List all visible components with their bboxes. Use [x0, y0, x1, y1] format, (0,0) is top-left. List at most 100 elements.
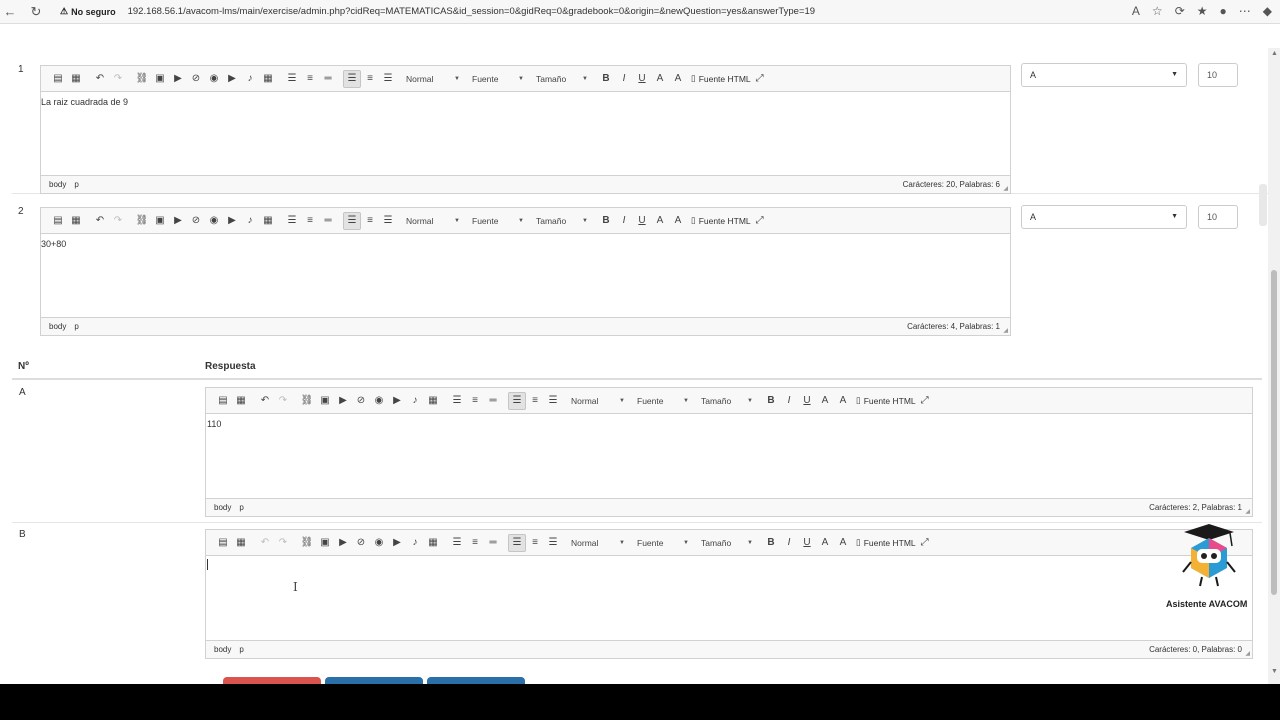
- youtube-icon[interactable]: ▶: [223, 70, 241, 88]
- numbered-list-icon[interactable]: ≡: [301, 212, 319, 230]
- align-left-icon[interactable]: ☰: [343, 69, 361, 88]
- question-editor[interactable]: ▤ ▦ ↶ ↷ ⛓ ▣ ▶ ⊘ ◉ ▶ ♪ ▦ ☰ ≡ ═ ☰ ≡ ☰ Normal ▼ Fuente ▼ Tamaño ▼ B…: [40, 207, 1011, 336]
- editor-content[interactable]: [206, 556, 1252, 640]
- paste-icon[interactable]: ▤: [214, 392, 232, 410]
- extensions-icon[interactable]: ⟳: [1175, 4, 1185, 18]
- italic-icon[interactable]: I: [615, 70, 633, 88]
- video-icon[interactable]: ▶: [334, 392, 352, 410]
- source-html-button[interactable]: ▯ Fuente HTML: [691, 215, 751, 226]
- path-p[interactable]: p: [239, 645, 243, 654]
- size-select[interactable]: Tamaño ▼: [533, 212, 591, 230]
- paste-icon[interactable]: ▤: [214, 534, 232, 552]
- link-icon[interactable]: ⛓: [298, 534, 316, 552]
- path-body[interactable]: body: [214, 503, 231, 512]
- redo-icon[interactable]: ↷: [274, 392, 292, 410]
- weight-input[interactable]: 10: [1198, 205, 1238, 229]
- underline-icon[interactable]: U: [798, 392, 816, 410]
- size-select[interactable]: Tamaño ▼: [698, 392, 756, 410]
- editor-content[interactable]: 30+80: [41, 234, 1010, 318]
- undo-icon[interactable]: ↶: [91, 70, 109, 88]
- flash-icon[interactable]: ⊘: [187, 70, 205, 88]
- delete-button[interactable]: [223, 677, 321, 684]
- image-icon[interactable]: ▣: [316, 392, 334, 410]
- bg-color-icon[interactable]: A: [669, 70, 687, 88]
- underline-icon[interactable]: U: [633, 212, 651, 230]
- redo-icon[interactable]: ↷: [109, 70, 127, 88]
- underline-icon[interactable]: U: [798, 534, 816, 552]
- weight-input[interactable]: 10: [1198, 63, 1238, 87]
- image-icon[interactable]: ▣: [151, 212, 169, 230]
- horizontal-rule-icon[interactable]: ═: [319, 70, 337, 88]
- youtube-icon[interactable]: ▶: [223, 212, 241, 230]
- bold-icon[interactable]: B: [762, 392, 780, 410]
- media-icon[interactable]: ◉: [370, 392, 388, 410]
- profile-avatar[interactable]: ●: [1220, 4, 1227, 18]
- editor-content[interactable]: 110: [206, 414, 1252, 498]
- path-body[interactable]: body: [49, 180, 66, 189]
- underline-icon[interactable]: U: [633, 70, 651, 88]
- answer-editor[interactable]: ▤ ▦ ↶ ↷ ⛓ ▣ ▶ ⊘ ◉ ▶ ♪ ▦ ☰ ≡ ═ ☰ ≡ ☰ Normal ▼ Fuente ▼ Tamaño ▼ B…: [205, 387, 1253, 517]
- path-p[interactable]: p: [74, 322, 78, 331]
- source-html-button[interactable]: ▯ Fuente HTML: [856, 537, 916, 548]
- text-color-icon[interactable]: A: [651, 70, 669, 88]
- source-html-button[interactable]: ▯ Fuente HTML: [691, 73, 751, 84]
- resize-grip-icon[interactable]: ◢: [1003, 327, 1008, 334]
- media-icon[interactable]: ◉: [205, 212, 223, 230]
- paste-word-icon[interactable]: ▦: [67, 212, 85, 230]
- maximize-icon[interactable]: ⤢: [916, 392, 934, 410]
- media-icon[interactable]: ◉: [370, 534, 388, 552]
- maximize-icon[interactable]: ⤢: [751, 70, 769, 88]
- horizontal-rule-icon[interactable]: ═: [484, 534, 502, 552]
- bg-color-icon[interactable]: A: [834, 392, 852, 410]
- format-select[interactable]: Normal ▼: [568, 534, 628, 552]
- link-icon[interactable]: ⛓: [133, 70, 151, 88]
- video-icon[interactable]: ▶: [169, 70, 187, 88]
- scrollbar[interactable]: ▲ ▼: [1268, 48, 1280, 684]
- youtube-icon[interactable]: ▶: [388, 392, 406, 410]
- bold-icon[interactable]: B: [597, 212, 615, 230]
- table-icon[interactable]: ▦: [259, 212, 277, 230]
- font-select[interactable]: Fuente ▼: [634, 392, 692, 410]
- italic-icon[interactable]: I: [780, 392, 798, 410]
- side-panel-tab[interactable]: [1259, 184, 1267, 226]
- undo-icon[interactable]: ↶: [91, 212, 109, 230]
- align-center-icon[interactable]: ≡: [361, 212, 379, 230]
- flash-icon[interactable]: ⊘: [352, 392, 370, 410]
- bulleted-list-icon[interactable]: ☰: [448, 392, 466, 410]
- answer-editor[interactable]: ▤ ▦ ↶ ↷ ⛓ ▣ ▶ ⊘ ◉ ▶ ♪ ▦ ☰ ≡ ═ ☰ ≡ ☰ Normal ▼ Fuente ▼ Tamaño ▼ B…: [205, 529, 1253, 659]
- numbered-list-icon[interactable]: ≡: [466, 392, 484, 410]
- image-icon[interactable]: ▣: [316, 534, 334, 552]
- format-select[interactable]: Normal ▼: [568, 392, 628, 410]
- bulleted-list-icon[interactable]: ☰: [283, 212, 301, 230]
- flash-icon[interactable]: ⊘: [187, 212, 205, 230]
- format-select[interactable]: Normal ▼: [403, 70, 463, 88]
- bg-color-icon[interactable]: A: [834, 534, 852, 552]
- table-icon[interactable]: ▦: [424, 534, 442, 552]
- table-icon[interactable]: ▦: [424, 392, 442, 410]
- align-right-icon[interactable]: ☰: [544, 534, 562, 552]
- align-right-icon[interactable]: ☰: [379, 70, 397, 88]
- save-button[interactable]: [427, 677, 525, 684]
- redo-icon[interactable]: ↷: [109, 212, 127, 230]
- bulleted-list-icon[interactable]: ☰: [448, 534, 466, 552]
- audio-icon[interactable]: ♪: [406, 392, 424, 410]
- align-right-icon[interactable]: ☰: [544, 392, 562, 410]
- menu-dots-icon[interactable]: ⋯: [1239, 4, 1251, 18]
- align-center-icon[interactable]: ≡: [526, 534, 544, 552]
- favorite-star-icon[interactable]: ☆: [1152, 4, 1163, 18]
- maximize-icon[interactable]: ⤢: [916, 534, 934, 552]
- align-left-icon[interactable]: ☰: [508, 533, 526, 552]
- copilot-icon[interactable]: ◆: [1263, 4, 1272, 18]
- favorites-icon[interactable]: ★: [1197, 4, 1208, 18]
- text-color-icon[interactable]: A: [816, 534, 834, 552]
- reload-icon[interactable]: ↻: [26, 4, 46, 20]
- bulleted-list-icon[interactable]: ☰: [283, 70, 301, 88]
- undo-icon[interactable]: ↶: [256, 534, 274, 552]
- source-html-button[interactable]: ▯ Fuente HTML: [856, 395, 916, 406]
- horizontal-rule-icon[interactable]: ═: [319, 212, 337, 230]
- align-left-icon[interactable]: ☰: [508, 391, 526, 410]
- resize-grip-icon[interactable]: ◢: [1003, 185, 1008, 192]
- answer-select[interactable]: A ▼: [1021, 63, 1187, 87]
- add-button[interactable]: [325, 677, 423, 684]
- paste-icon[interactable]: ▤: [49, 70, 67, 88]
